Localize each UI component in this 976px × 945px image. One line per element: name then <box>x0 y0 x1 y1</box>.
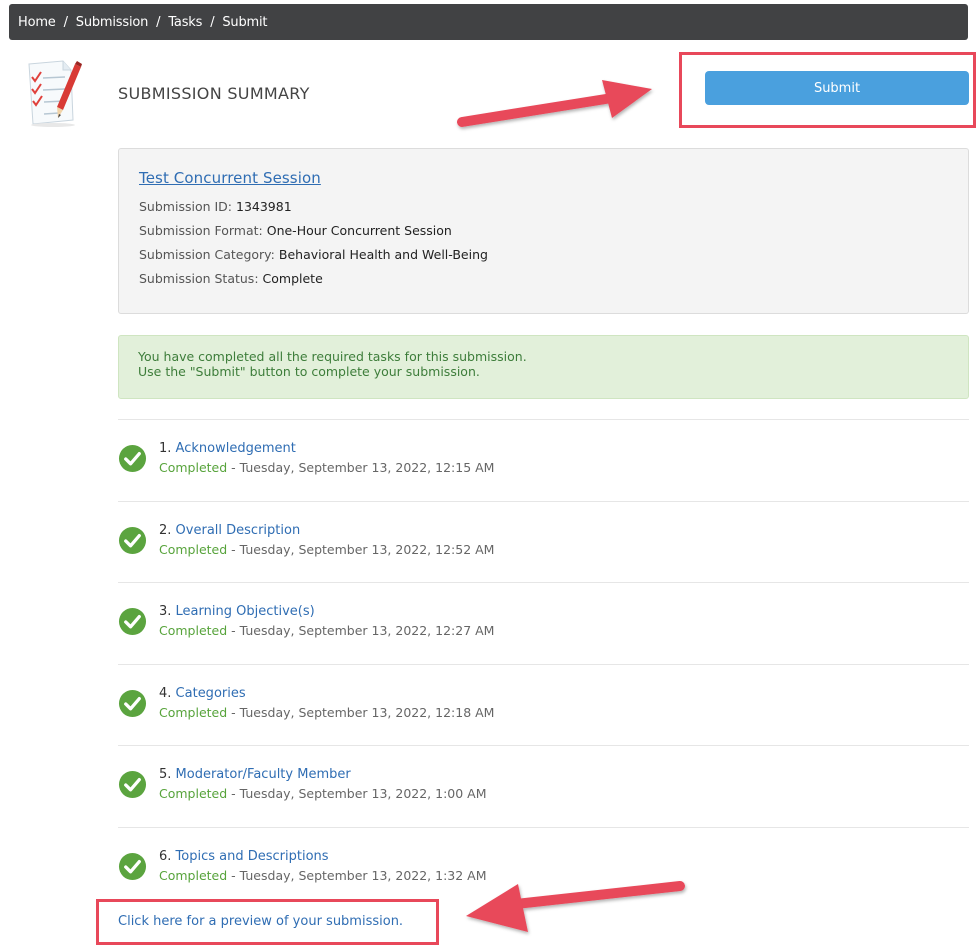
task-status-completed: Completed <box>159 867 228 883</box>
submission-id-value: 1343981 <box>236 199 292 214</box>
submission-category-label: Submission Category: <box>139 247 275 262</box>
task-number: 4. <box>159 685 172 701</box>
check-circle-icon <box>118 689 147 717</box>
task-item: 4. Categories Completed - Tuesday, Septe… <box>118 663 969 746</box>
submission-format-row: Submission Format: One-Hour Concurrent S… <box>139 219 948 243</box>
page-title: SUBMISSION SUMMARY <box>118 84 310 103</box>
task-status-completed: Completed <box>159 541 228 557</box>
task-status: Completed - Tuesday, September 13, 2022,… <box>159 460 494 475</box>
task-title: 2. Overall Description <box>159 523 300 538</box>
submission-status-row: Submission Status: Complete <box>139 267 948 291</box>
breadcrumb: Home / Submission / Tasks / Submit <box>9 4 968 40</box>
task-status-date: - Tuesday, September 13, 2022, 12:18 AM <box>227 704 495 720</box>
task-link[interactable]: Moderator/Faculty Member <box>176 767 351 782</box>
task-item: 2. Overall Description Completed - Tuesd… <box>118 500 969 583</box>
task-status-completed: Completed <box>159 460 228 475</box>
alert-line-1: You have completed all the required task… <box>138 349 527 364</box>
check-circle-icon <box>118 770 147 799</box>
breadcrumb-separator: / <box>156 14 161 30</box>
checklist-icon <box>28 60 82 127</box>
task-link[interactable]: Topics and Descriptions <box>176 849 329 864</box>
alert-line-2: Use the "Submit" button to complete your… <box>138 364 480 379</box>
task-title: 6. Topics and Descriptions <box>159 849 329 864</box>
task-status-completed: Completed <box>159 704 228 720</box>
task-number: 6. <box>159 848 172 864</box>
submission-id-row: Submission ID: 1343981 <box>139 195 948 219</box>
task-status-date: - Tuesday, September 13, 2022, 12:52 AM <box>227 541 495 557</box>
submit-button[interactable]: Submit <box>705 71 969 105</box>
preview-submission-link[interactable]: Click here for a preview of your submiss… <box>118 914 403 929</box>
task-status-completed: Completed <box>159 786 228 801</box>
check-circle-icon <box>118 526 147 554</box>
success-alert: You have completed all the required task… <box>118 335 969 399</box>
task-title: 3. Learning Objective(s) <box>159 604 315 619</box>
check-circle-icon <box>118 607 147 636</box>
task-status-date: - Tuesday, September 13, 2022, 1:32 AM <box>227 867 487 883</box>
task-number: 2. <box>159 522 172 538</box>
task-status: Completed - Tuesday, September 13, 2022,… <box>159 705 494 720</box>
submission-format-value: One-Hour Concurrent Session <box>266 223 452 238</box>
task-status: Completed - Tuesday, September 13, 2022,… <box>159 542 494 557</box>
task-status-completed: Completed <box>159 623 228 638</box>
task-item: 1. Acknowledgement Completed - Tuesday, … <box>118 419 969 501</box>
task-title: 5. Moderator/Faculty Member <box>159 767 351 782</box>
breadcrumb-tasks[interactable]: Tasks <box>168 15 202 30</box>
submission-category-row: Submission Category: Behavioral Health a… <box>139 243 948 267</box>
task-title: 1. Acknowledgement <box>159 441 296 456</box>
task-title: 4. Categories <box>159 686 246 701</box>
arrow-to-preview-icon <box>466 881 685 932</box>
task-list: 1. Acknowledgement Completed - Tuesday, … <box>118 419 969 908</box>
submission-id-label: Submission ID: <box>139 199 233 214</box>
arrow-to-submit-icon <box>457 80 652 127</box>
task-status-date: - Tuesday, September 13, 2022, 12:15 AM <box>227 460 495 475</box>
submission-status-value: Complete <box>262 271 323 286</box>
task-status-date: - Tuesday, September 13, 2022, 12:27 AM <box>227 623 495 638</box>
submission-status-label: Submission Status: <box>139 271 259 286</box>
check-circle-icon <box>118 444 147 473</box>
task-status: Completed - Tuesday, September 13, 2022,… <box>159 868 487 883</box>
submission-category-value: Behavioral Health and Well-Being <box>278 247 488 262</box>
task-link[interactable]: Acknowledgement <box>176 441 296 456</box>
task-item: 5. Moderator/Faculty Member Completed - … <box>118 745 969 827</box>
breadcrumb-separator: / <box>210 14 215 30</box>
task-number: 3. <box>159 604 172 619</box>
check-circle-icon <box>118 852 147 880</box>
task-number: 1. <box>159 441 172 456</box>
task-status: Completed - Tuesday, September 13, 2022,… <box>159 786 487 801</box>
task-status-date: - Tuesday, September 13, 2022, 1:00 AM <box>227 786 487 801</box>
breadcrumb-home[interactable]: Home <box>18 15 56 30</box>
submission-format-label: Submission Format: <box>139 223 263 238</box>
submission-title-link[interactable]: Test Concurrent Session <box>139 169 948 187</box>
submission-info-panel: Test Concurrent Session Submission ID: 1… <box>118 148 969 314</box>
task-link[interactable]: Categories <box>176 686 246 701</box>
task-link[interactable]: Overall Description <box>176 523 301 538</box>
task-item: 3. Learning Objective(s) Completed - Tue… <box>118 582 969 664</box>
breadcrumb-submission[interactable]: Submission <box>76 15 149 30</box>
task-number: 5. <box>159 767 172 782</box>
breadcrumb-separator: / <box>63 14 68 30</box>
breadcrumb-submit: Submit <box>222 14 268 30</box>
task-link[interactable]: Learning Objective(s) <box>176 604 315 619</box>
task-status: Completed - Tuesday, September 13, 2022,… <box>159 623 494 638</box>
